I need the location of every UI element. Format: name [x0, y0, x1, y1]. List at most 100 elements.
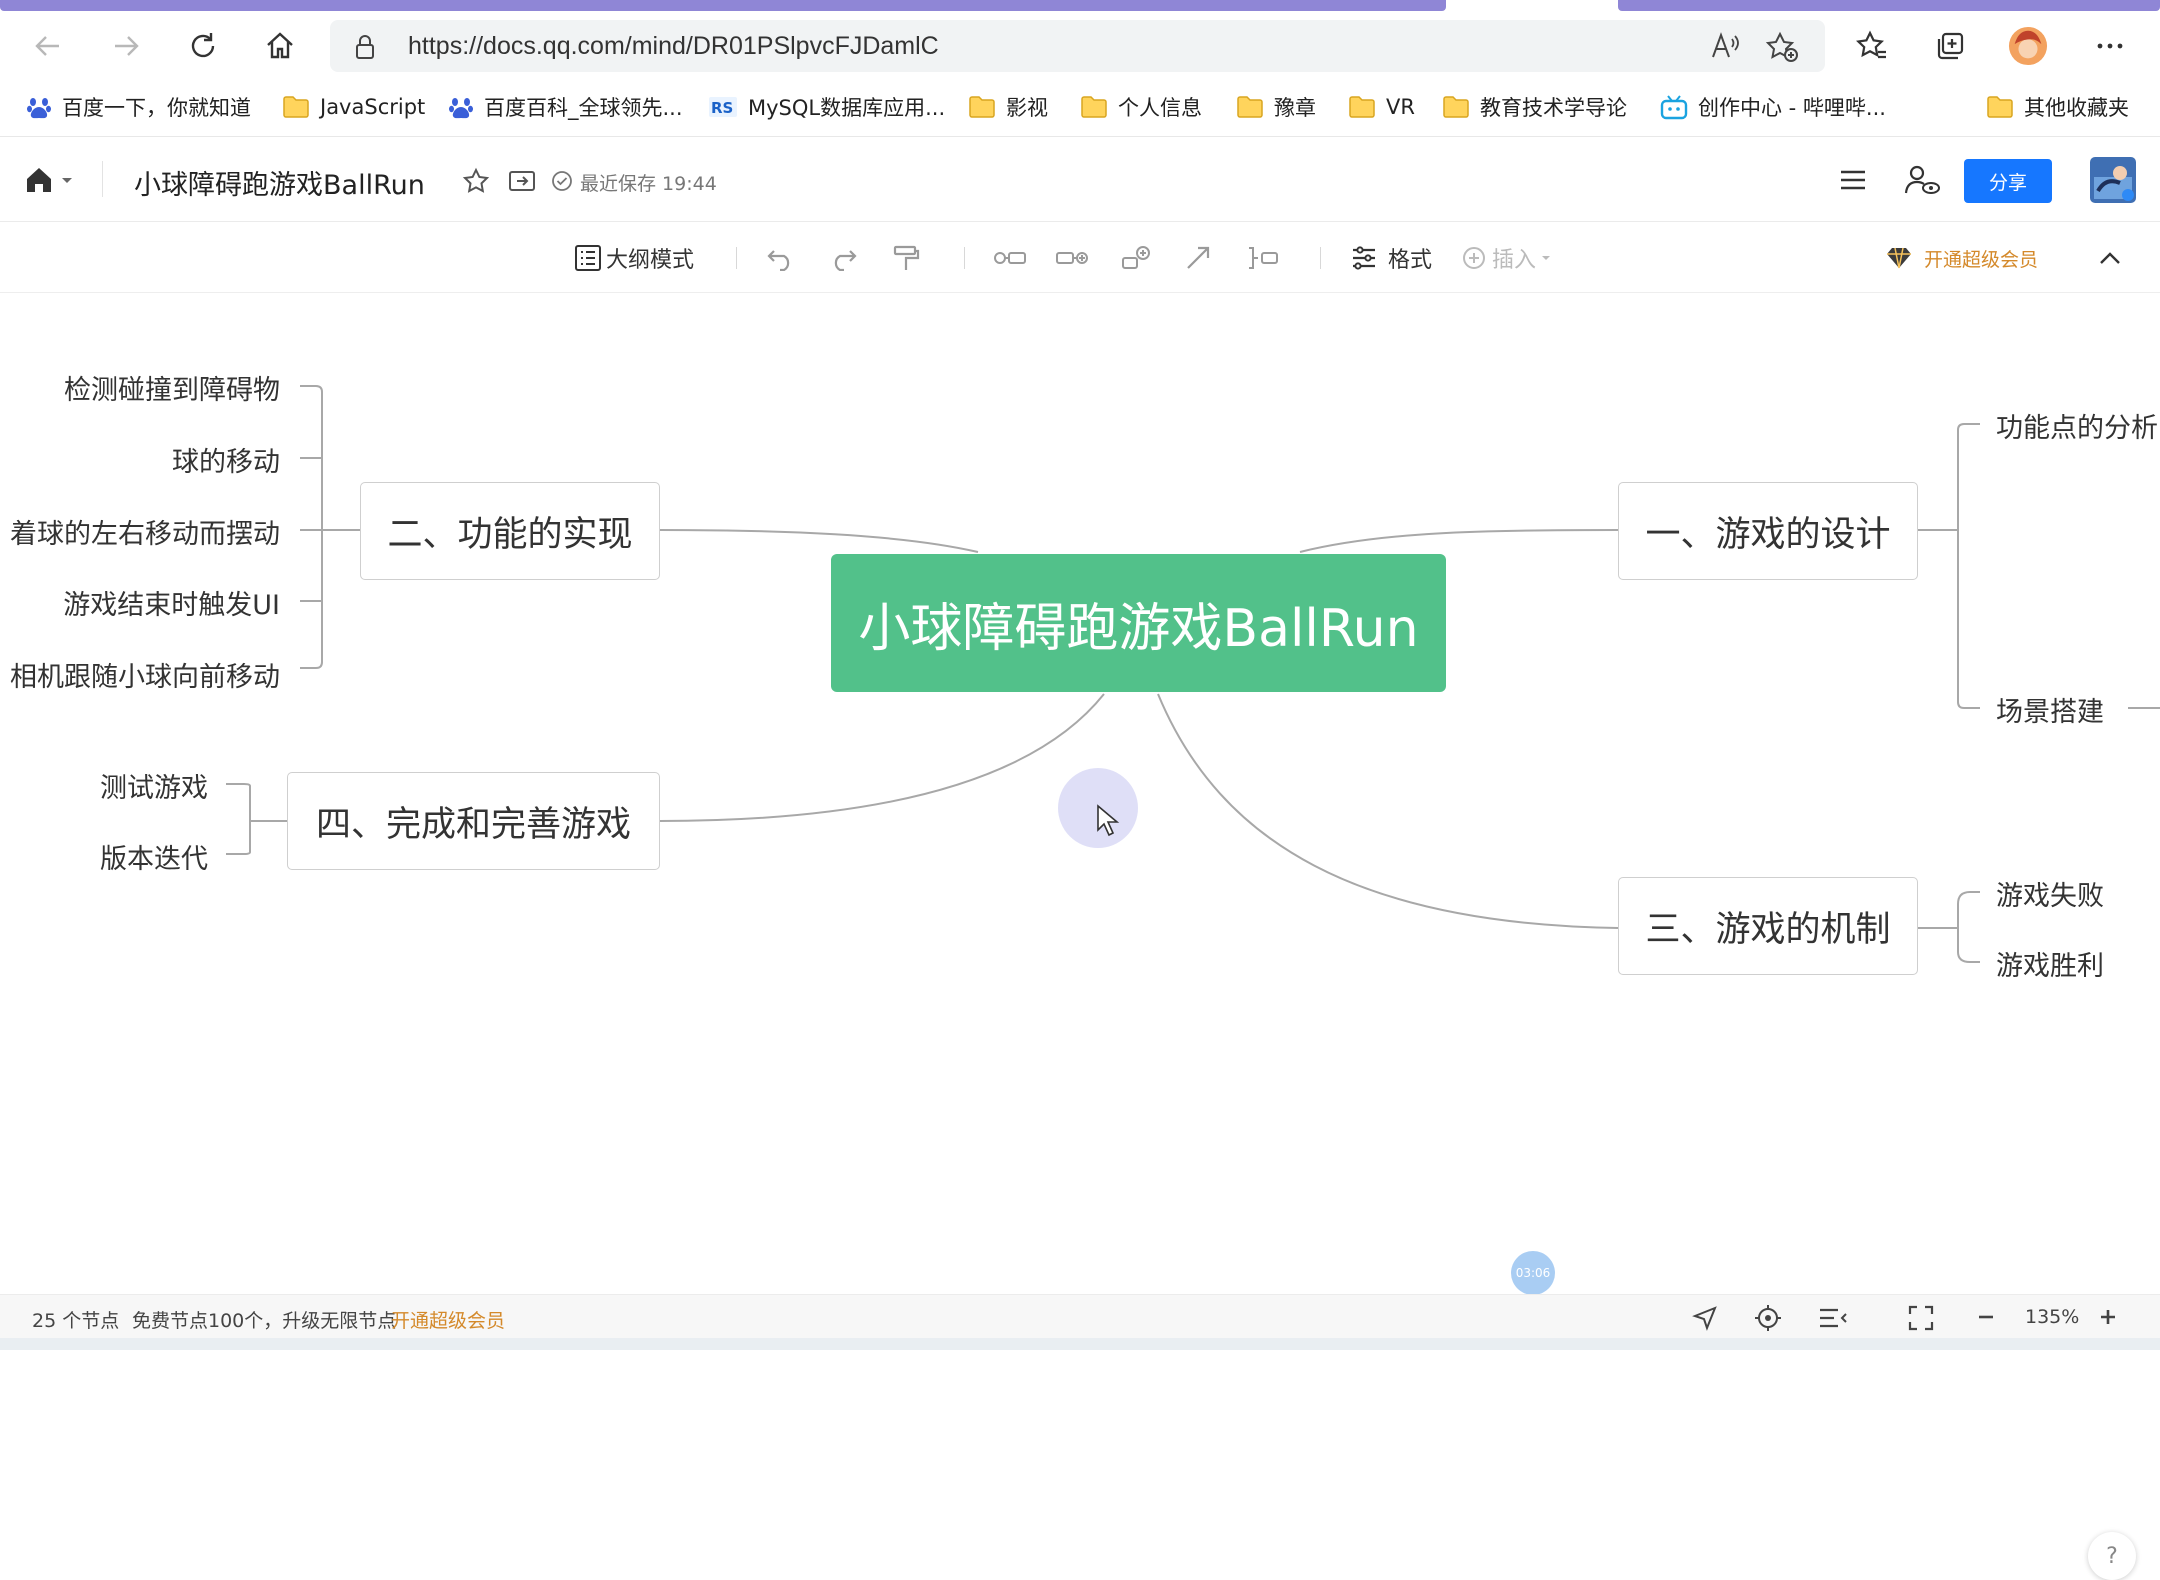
bookmarks-bar: 百度一下，你就知道 JavaScript 百度百科_全球领先... RS MyS…: [0, 83, 2160, 131]
bookmark-baidu-baike[interactable]: 百度百科_全球领先...: [448, 89, 683, 125]
bookmark-edu-tech[interactable]: 教育技术学导论: [1442, 89, 1627, 125]
leaf-node[interactable]: 游戏胜利: [1996, 944, 2104, 983]
back-button[interactable]: [28, 26, 68, 66]
branch-node-implementation[interactable]: 二、功能的实现: [360, 482, 660, 580]
fullscreen-icon[interactable]: [1908, 1305, 1934, 1331]
mindmap-canvas[interactable]: 小球障碍跑游戏BallRun 一、游戏的设计 二、功能的实现 三、游戏的机制 四…: [0, 294, 2160, 1580]
vip-link[interactable]: 开通超级会员: [391, 1306, 505, 1333]
favorites-button[interactable]: [1852, 26, 1892, 66]
leaf-node[interactable]: 相机跟随小球向前移动: [10, 655, 280, 694]
outline-list-icon: [575, 245, 601, 271]
leaf-node[interactable]: 游戏结束时触发UI: [63, 583, 280, 622]
branch-node-mechanics[interactable]: 三、游戏的机制: [1618, 877, 1918, 975]
folder-icon: [283, 96, 309, 118]
add-child-button[interactable]: [1120, 239, 1152, 277]
branch-node-design[interactable]: 一、游戏的设计: [1618, 482, 1918, 580]
site-logo-icon: RS: [709, 97, 737, 117]
vip-upgrade-button[interactable]: 开通超级会员: [1884, 239, 2038, 277]
bookmark-baidu[interactable]: 百度一下，你就知道: [26, 89, 251, 125]
bookmark-personal-info[interactable]: 个人信息: [1080, 89, 1202, 125]
mindmap-root-node[interactable]: 小球障碍跑游戏BallRun: [831, 554, 1446, 692]
bookmark-mysql[interactable]: RS MySQL数据库应用...: [708, 89, 945, 125]
tab-inactive[interactable]: [0, 0, 1446, 11]
leaf-node[interactable]: 功能点的分析: [1996, 406, 2158, 445]
forward-button[interactable]: [106, 26, 146, 66]
baidu-paw-icon: [449, 98, 473, 119]
arrow-right-icon: [115, 36, 139, 56]
share-button[interactable]: 分享: [1964, 159, 2052, 203]
add-sibling-after-button[interactable]: [1054, 239, 1090, 277]
folder-icon: [1987, 96, 2013, 118]
bookmark-vr[interactable]: VR: [1348, 89, 1415, 125]
reload-button[interactable]: [183, 26, 223, 66]
outline-mode-button[interactable]: 大纲模式: [574, 239, 694, 277]
add-child-node-icon: [1122, 246, 1150, 269]
user-avatar[interactable]: [2090, 157, 2136, 203]
node-count: 25 个节点: [32, 1310, 120, 1332]
bookmark-other-favorites[interactable]: 其他收藏夹: [1986, 89, 2129, 125]
leaf-node[interactable]: 测试游戏: [100, 766, 208, 805]
move-to-folder-icon[interactable]: [508, 169, 536, 193]
target-center-icon[interactable]: [1754, 1304, 1782, 1332]
connect-line-button[interactable]: [1184, 239, 1212, 277]
redo-button[interactable]: [828, 239, 858, 277]
leaf-node[interactable]: 检测碰撞到障碍物: [64, 368, 280, 407]
bookmark-bilibili[interactable]: 创作中心 - 哔哩哔...: [1660, 89, 1886, 125]
summary-button[interactable]: [1246, 239, 1280, 277]
branch-node-complete[interactable]: 四、完成和完善游戏: [287, 772, 660, 870]
folder-icon: [1443, 96, 1469, 118]
collections-button[interactable]: [1930, 26, 1970, 66]
collaborator-view-icon[interactable]: [1904, 163, 1940, 197]
collapse-toolbar-button[interactable]: [2098, 239, 2122, 277]
browser-address-bar: https://docs.qq.com/mind/DR01PSlpvcFJDam…: [0, 14, 2160, 76]
leaf-node[interactable]: 游戏失败: [1996, 874, 2104, 913]
menu-icon[interactable]: [1838, 165, 1868, 195]
summary-bracket-icon: [1249, 247, 1278, 269]
mouse-cursor-icon: [1097, 804, 1120, 837]
profile-avatar-icon: [2008, 26, 2048, 66]
lock-icon: [356, 35, 374, 59]
add-sibling-before-button[interactable]: [992, 239, 1028, 277]
doc-title[interactable]: 小球障碍跑游戏BallRun: [134, 163, 425, 202]
zoom-out-icon[interactable]: [1976, 1307, 1996, 1327]
more-menu-button[interactable]: [2090, 26, 2130, 66]
leaf-node[interactable]: 版本迭代: [100, 837, 208, 876]
reload-icon: [191, 33, 215, 58]
outline-panel-icon[interactable]: [1818, 1306, 1848, 1330]
collections-icon: [1937, 32, 1964, 60]
toolbar-divider: [1320, 247, 1321, 269]
bookmark-javascript[interactable]: JavaScript: [282, 89, 425, 125]
profile-button[interactable]: [2008, 26, 2048, 66]
tab-strip: [0, 0, 2160, 14]
free-limit-text: 免费节点100个，升级无限节点: [132, 1310, 397, 1332]
home-button[interactable]: [260, 26, 300, 66]
bookmark-yuzhang[interactable]: 豫章: [1236, 89, 1316, 125]
bookmark-yingshi[interactable]: 影视: [968, 89, 1048, 125]
leaf-node[interactable]: 着球的左右移动而摆动: [10, 512, 280, 551]
arrow-left-icon: [35, 36, 59, 56]
format-button[interactable]: 格式: [1350, 239, 1432, 277]
star-icon[interactable]: [462, 167, 490, 195]
url-text: https://docs.qq.com/mind/DR01PSlpvcFJDam…: [408, 32, 939, 60]
redo-icon: [834, 250, 857, 271]
undo-button[interactable]: [766, 239, 796, 277]
leaf-node[interactable]: 球的移动: [172, 440, 280, 479]
add-favorite-icon[interactable]: [1765, 31, 1799, 63]
insert-node-before-icon: [994, 252, 1026, 264]
read-aloud-icon[interactable]: [1710, 31, 1742, 61]
format-painter-button[interactable]: [892, 239, 920, 277]
more-dots-icon: [2097, 43, 2123, 49]
leaf-node[interactable]: 场景搭建: [1996, 690, 2104, 729]
insert-node-after-icon: [1056, 252, 1088, 264]
tab-inactive[interactable]: [1618, 0, 2160, 11]
favorites-star-icon: [1856, 30, 1886, 59]
locate-arrow-icon[interactable]: [1692, 1305, 1718, 1331]
sliders-icon: [1353, 246, 1375, 270]
home-icon: [267, 32, 293, 59]
url-field[interactable]: https://docs.qq.com/mind/DR01PSlpvcFJDam…: [330, 20, 1825, 72]
home-menu-button[interactable]: [24, 165, 74, 195]
help-button[interactable]: ?: [2088, 1532, 2136, 1580]
zoom-in-icon[interactable]: [2098, 1307, 2118, 1327]
insert-button[interactable]: 插入: [1462, 239, 1552, 277]
svg-text:RS: RS: [711, 99, 733, 117]
